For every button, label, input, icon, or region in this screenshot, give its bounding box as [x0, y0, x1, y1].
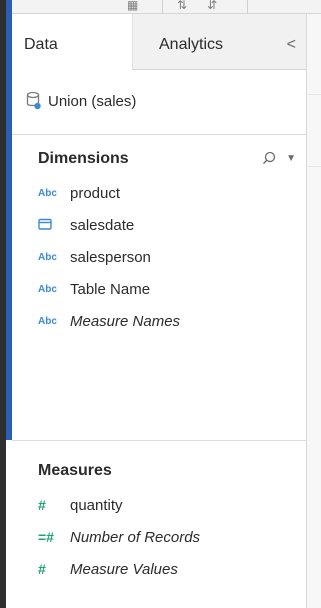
field-label: quantity	[70, 496, 123, 514]
dimension-field-product[interactable]: Abc product	[38, 182, 120, 204]
search-icon[interactable]	[262, 151, 276, 165]
measure-field-measure-values[interactable]: # Measure Values	[38, 558, 178, 580]
measures-title: Measures	[38, 462, 112, 479]
field-label: Table Name	[70, 280, 151, 298]
data-pane: Data Analytics < Union (sales) Dimension…	[12, 14, 306, 608]
field-label: salesperson	[70, 248, 151, 266]
string-type-icon: Abc	[38, 283, 57, 295]
tab-analytics[interactable]: Analytics <	[132, 14, 306, 70]
collapse-pane-icon[interactable]: <	[287, 36, 296, 54]
pane-tabs: Data Analytics <	[12, 14, 306, 70]
chevron-down-icon[interactable]: ▼	[286, 153, 296, 164]
datasource-icon	[26, 91, 42, 111]
dimension-field-salesdate[interactable]: salesdate	[38, 214, 134, 236]
dimension-field-table-name[interactable]: Abc Table Name	[38, 278, 150, 300]
toolbar-separator	[247, 0, 248, 14]
canvas-edge-strip	[306, 14, 321, 608]
measure-field-quantity[interactable]: # quantity	[38, 494, 123, 516]
dimensions-tools: ▼	[262, 151, 296, 165]
field-label: Measure Values	[70, 560, 178, 578]
top-toolbar: ▦ ⇅ ⇵	[12, 0, 321, 14]
data-pane-window: ▦ ⇅ ⇵ Data Analytics < Union (sales) Dim…	[0, 0, 321, 608]
number-type-icon: #	[38, 561, 46, 577]
datasource-name: Union (sales)	[48, 92, 137, 110]
tab-analytics-label: Analytics	[159, 36, 224, 53]
datasource-divider	[12, 134, 306, 135]
toolbar-separator	[162, 0, 163, 14]
field-label: Measure Names	[70, 312, 181, 330]
toolbar-grid-icon[interactable]: ▦	[127, 0, 138, 11]
dimensions-title: Dimensions	[38, 150, 129, 167]
strip-line	[308, 94, 321, 95]
measures-divider	[12, 440, 306, 441]
string-type-icon: Abc	[38, 315, 57, 327]
toolbar-sort-desc-icon[interactable]: ⇵	[207, 0, 217, 11]
string-type-icon: Abc	[38, 187, 57, 199]
dimension-field-salesperson[interactable]: Abc salesperson	[38, 246, 151, 268]
dimension-field-measure-names[interactable]: Abc Measure Names	[38, 310, 180, 332]
field-label: Number of Records	[70, 528, 201, 546]
field-label: salesdate	[70, 216, 135, 234]
field-label: product	[70, 184, 121, 202]
calendar-icon	[38, 218, 70, 233]
measure-field-number-of-records[interactable]: =# Number of Records	[38, 526, 200, 548]
string-type-icon: Abc	[38, 251, 57, 263]
toolbar-sort-icon[interactable]: ⇅	[177, 0, 187, 11]
tab-data[interactable]: Data	[12, 14, 132, 70]
strip-line	[308, 166, 321, 167]
tab-data-label: Data	[24, 36, 58, 53]
number-type-icon: #	[38, 497, 46, 513]
datasource-item[interactable]: Union (sales)	[26, 90, 136, 112]
calculated-number-icon: =#	[38, 529, 54, 545]
